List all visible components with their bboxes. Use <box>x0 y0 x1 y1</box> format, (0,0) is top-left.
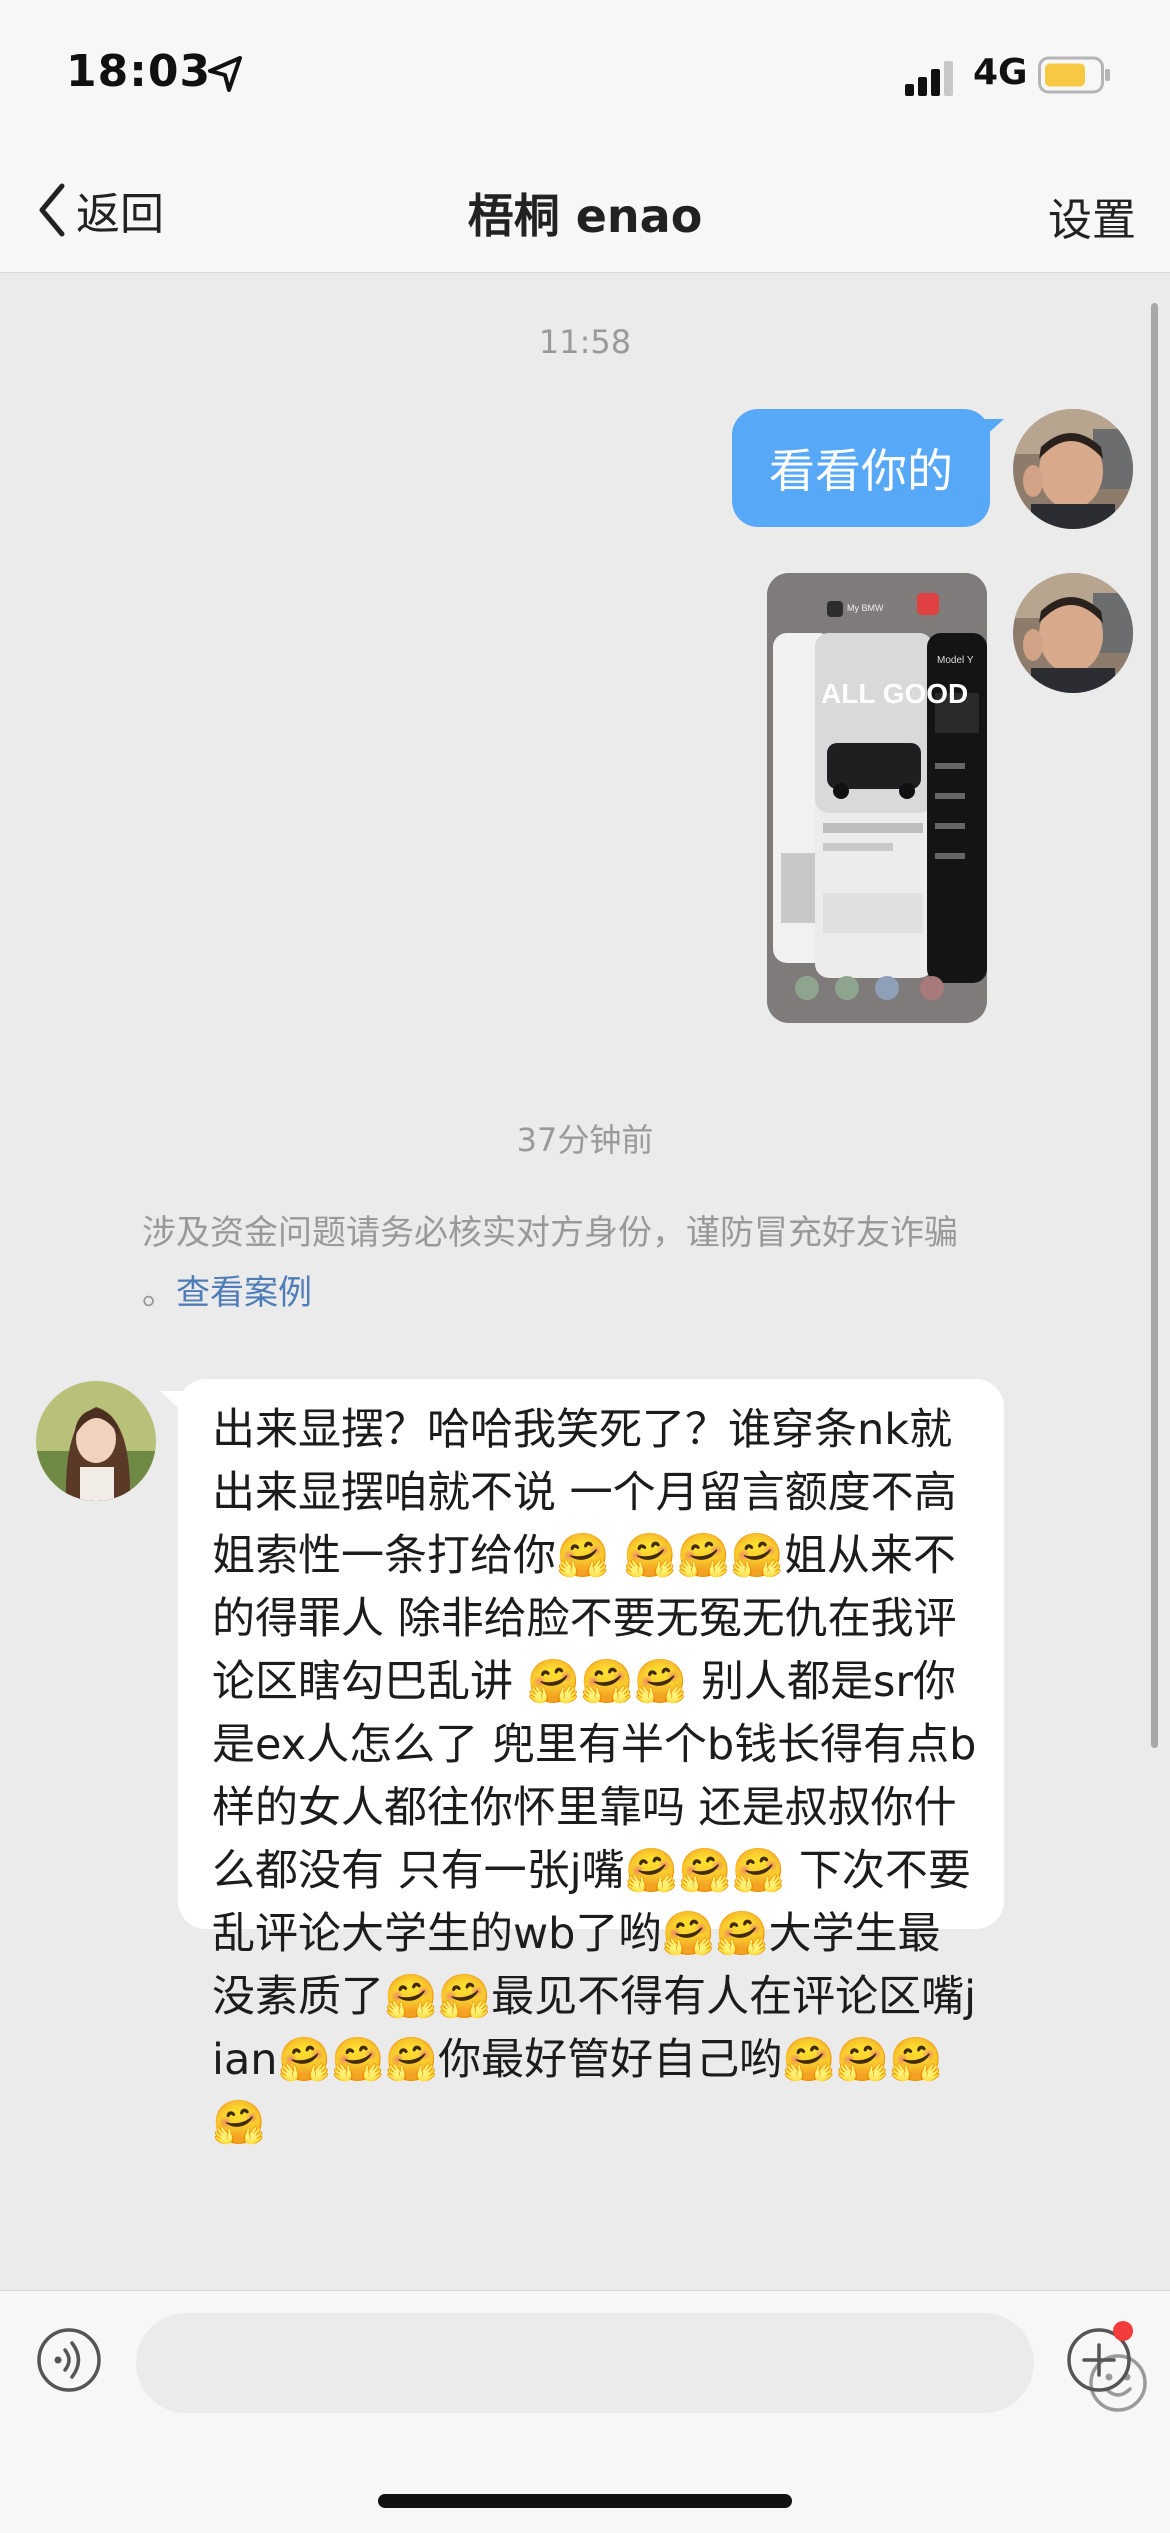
status-bar: 18:03 4G <box>0 0 1170 150</box>
incoming-message-text: 出来显摆？哈哈我笑死了？谁穿条nk就出来显摆咱就不说 一个月留言额度不高 姐索性… <box>212 1405 977 2148</box>
my-avatar[interactable] <box>1013 573 1133 693</box>
chat-title: 梧桐 enao <box>467 189 703 243</box>
warning-text: 涉及资金问题请务必核实对方身份，谨防冒充好友诈骗 <box>142 1213 958 1253</box>
fraud-warning: 涉及资金问题请务必核实对方身份，谨防冒充好友诈骗 。查看案例 <box>142 1203 1042 1323</box>
timestamp: 11:58 <box>538 323 632 361</box>
screenshot-app-label: My BMW <box>847 603 884 613</box>
bubble-tail <box>982 419 1004 439</box>
nav-bar: 返回 梧桐 enao 设置 <box>0 150 1170 273</box>
notification-badge <box>1113 2321 1133 2341</box>
app-switcher-screenshot: My BMW ALL GOOD Model Y <box>767 573 987 1023</box>
battery-icon <box>1038 56 1110 94</box>
screenshot-headline: ALL GOOD <box>821 678 968 709</box>
screenshot-model-label: Model Y <box>937 655 974 666</box>
contact-avatar[interactable] <box>36 1381 156 1501</box>
chat-area[interactable]: 11:58 看看你的 My BMW ALL GOOD Model Y 37分钟前… <box>0 273 1170 2289</box>
warning-prefix: 。 <box>142 1273 176 1313</box>
avatar-photo <box>1013 573 1133 693</box>
outgoing-message[interactable]: 看看你的 <box>732 409 990 527</box>
my-avatar[interactable] <box>1013 409 1133 529</box>
timestamp: 37分钟前 <box>516 1121 654 1159</box>
screenshot-image[interactable]: My BMW ALL GOOD Model Y <box>767 573 987 1023</box>
signal-icon <box>905 61 953 96</box>
home-indicator[interactable] <box>378 2494 792 2508</box>
incoming-message[interactable]: 出来显摆？哈哈我笑死了？谁穿条nk就出来显摆咱就不说 一个月留言额度不高 姐索性… <box>178 1379 1004 2148</box>
view-cases-link[interactable]: 查看案例 <box>176 1273 312 1313</box>
settings-button[interactable]: 设置 <box>1048 184 1136 248</box>
status-time: 18:03 <box>66 46 212 97</box>
message-input[interactable] <box>136 2313 1147 2413</box>
avatar-photo <box>36 1381 156 1501</box>
location-arrow-icon <box>208 56 242 92</box>
avatar-photo <box>1013 409 1133 529</box>
scrollbar[interactable] <box>1151 303 1158 1748</box>
voice-input-icon[interactable] <box>36 2327 102 2393</box>
network-type: 4G <box>973 52 1028 93</box>
